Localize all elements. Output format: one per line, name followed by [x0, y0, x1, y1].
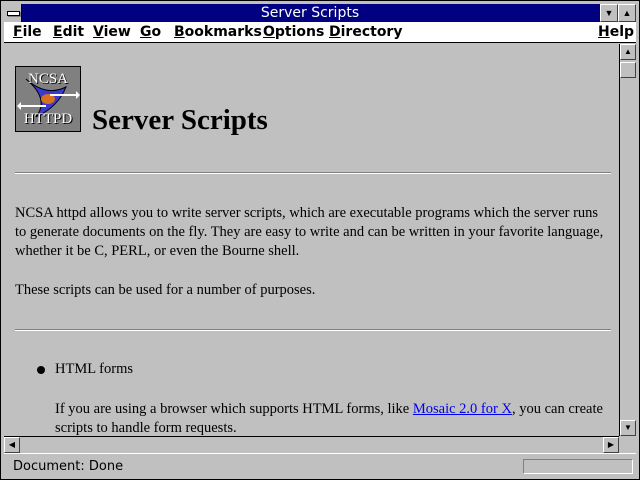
scroll-down-icon[interactable]: ▼ [620, 420, 636, 436]
vertical-scrollbar[interactable]: ▲ ▼ [619, 44, 636, 436]
bullet-icon [37, 366, 45, 374]
progress-indicator [523, 459, 633, 474]
window-title: Server Scripts [260, 5, 360, 21]
scroll-up-icon[interactable]: ▲ [620, 44, 636, 60]
menu-directory[interactable]: Directory [329, 23, 402, 41]
menu-go[interactable]: Go [140, 23, 161, 41]
page-title: Server Scripts [92, 104, 268, 136]
status-text: Document: Done [13, 459, 124, 474]
maximize-icon[interactable]: ▲ [618, 4, 636, 22]
list-item-label: HTML forms [55, 361, 133, 377]
system-menu-icon[interactable] [4, 4, 22, 22]
purposes-paragraph: These scripts can be used for a number o… [15, 282, 316, 298]
menu-file[interactable]: File [13, 23, 42, 41]
horizontal-scrollbar[interactable]: ◀ ▶ [4, 436, 619, 453]
horizontal-rule [15, 329, 611, 331]
intro-paragraph: NCSA httpd allows you to write server sc… [15, 205, 604, 259]
mosaic-link[interactable]: Mosaic 2.0 for X [413, 401, 512, 417]
vertical-scroll-thumb[interactable] [620, 62, 636, 78]
scrollbar-corner [619, 436, 636, 452]
list-item-description: If you are using a browser which support… [55, 400, 615, 436]
title-bar[interactable]: Server Scripts ▼ ▲ [4, 4, 636, 22]
menu-edit[interactable]: Edit [53, 23, 84, 41]
logo-text-bottom: HTTPD [23, 111, 73, 127]
menu-help[interactable]: Help [598, 23, 634, 41]
scroll-right-icon[interactable]: ▶ [603, 437, 619, 453]
horizontal-rule [15, 172, 611, 174]
status-bar: Document: Done [4, 453, 636, 477]
description-text: If you are using a browser which support… [55, 401, 413, 417]
browser-window: Server Scripts ▼ ▲ File Edit View Go Boo… [0, 0, 640, 480]
logo-text-top: NCSA [27, 71, 68, 87]
scroll-left-icon[interactable]: ◀ [4, 437, 20, 453]
ncsa-httpd-logo: NCSA HTTPD [15, 66, 81, 132]
minimize-icon[interactable]: ▼ [600, 4, 618, 22]
menu-view[interactable]: View [93, 23, 131, 41]
document-view[interactable]: NCSA HTTPD Server Scripts NCSA httpd all… [4, 44, 619, 436]
menu-bar: File Edit View Go Bookmarks Options Dire… [4, 22, 636, 43]
menu-options[interactable]: Options [263, 23, 324, 41]
menu-bookmarks[interactable]: Bookmarks [174, 23, 262, 41]
